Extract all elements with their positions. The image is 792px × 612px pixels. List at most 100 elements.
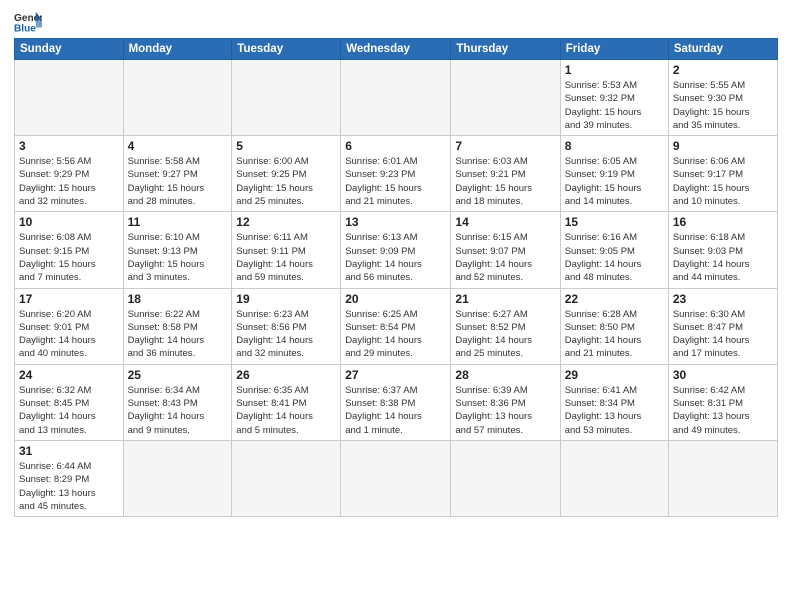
day-info: Sunrise: 6:16 AM Sunset: 9:05 PM Dayligh…: [565, 231, 664, 284]
day-info: Sunrise: 6:27 AM Sunset: 8:52 PM Dayligh…: [455, 308, 555, 361]
day-number: 4: [128, 139, 228, 153]
day-info: Sunrise: 6:30 AM Sunset: 8:47 PM Dayligh…: [673, 308, 773, 361]
calendar-cell: 8Sunrise: 6:05 AM Sunset: 9:19 PM Daylig…: [560, 136, 668, 212]
day-number: 10: [19, 215, 119, 229]
weekday-header-row: SundayMondayTuesdayWednesdayThursdayFrid…: [15, 39, 778, 60]
calendar-cell: 25Sunrise: 6:34 AM Sunset: 8:43 PM Dayli…: [123, 364, 232, 440]
weekday-header-tuesday: Tuesday: [232, 39, 341, 60]
calendar-cell: [123, 60, 232, 136]
calendar-cell: 12Sunrise: 6:11 AM Sunset: 9:11 PM Dayli…: [232, 212, 341, 288]
calendar-cell: [451, 60, 560, 136]
calendar-cell: 6 Sunrise: 6:01 AM Sunset: 9:23 PM Daylig…: [341, 136, 451, 212]
calendar-cell: 22Sunrise: 6:28 AM Sunset: 8:50 PM Dayli…: [560, 288, 668, 364]
day-info: Sunrise: 6:00 AM Sunset: 9:25 PM Dayligh…: [236, 155, 336, 208]
day-info: Sunrise: 5:58 AM Sunset: 9:27 PM Dayligh…: [128, 155, 228, 208]
calendar-cell: 20Sunrise: 6:25 AM Sunset: 8:54 PM Dayli…: [341, 288, 451, 364]
day-number: 20: [345, 292, 446, 306]
day-number: 19: [236, 292, 336, 306]
calendar-cell: 16Sunrise: 6:18 AM Sunset: 9:03 PM Dayli…: [668, 212, 777, 288]
weekday-header-monday: Monday: [123, 39, 232, 60]
day-info: Sunrise: 6:10 AM Sunset: 9:13 PM Dayligh…: [128, 231, 228, 284]
weekday-header-wednesday: Wednesday: [341, 39, 451, 60]
day-info: Sunrise: 6:44 AM Sunset: 8:29 PM Dayligh…: [19, 460, 119, 513]
calendar-cell: 9 Sunrise: 6:06 AM Sunset: 9:17 PM Daylig…: [668, 136, 777, 212]
calendar-cell: 19 Sunrise: 6:23 AM Sunset: 8:56 PM Dayli…: [232, 288, 341, 364]
day-number: 11: [128, 215, 228, 229]
calendar-cell: 18Sunrise: 6:22 AM Sunset: 8:58 PM Dayli…: [123, 288, 232, 364]
calendar-cell: 24 Sunrise: 6:32 AM Sunset: 8:45 PM Dayli…: [15, 364, 124, 440]
calendar-cell: 31 Sunrise: 6:44 AM Sunset: 8:29 PM Dayli…: [15, 440, 124, 516]
weekday-header-friday: Friday: [560, 39, 668, 60]
calendar-cell: [668, 440, 777, 516]
logo: General Blue: [14, 10, 42, 34]
day-number: 16: [673, 215, 773, 229]
day-number: 31: [19, 444, 119, 458]
day-number: 6: [345, 139, 446, 153]
calendar-cell: 14Sunrise: 6:15 AM Sunset: 9:07 PM Dayli…: [451, 212, 560, 288]
calendar-cell: [15, 60, 124, 136]
day-info: Sunrise: 6:20 AM Sunset: 9:01 PM Dayligh…: [19, 308, 119, 361]
day-number: 17: [19, 292, 119, 306]
day-info: Sunrise: 6:13 AM Sunset: 9:09 PM Dayligh…: [345, 231, 446, 284]
calendar-week-row: 1 Sunrise: 5:53 AM Sunset: 9:32 PM Daylig…: [15, 60, 778, 136]
day-number: 15: [565, 215, 664, 229]
day-info: Sunrise: 6:11 AM Sunset: 9:11 PM Dayligh…: [236, 231, 336, 284]
calendar-cell: 5 Sunrise: 6:00 AM Sunset: 9:25 PM Daylig…: [232, 136, 341, 212]
day-info: Sunrise: 5:56 AM Sunset: 9:29 PM Dayligh…: [19, 155, 119, 208]
calendar-week-row: 17 Sunrise: 6:20 AM Sunset: 9:01 PM Dayli…: [15, 288, 778, 364]
weekday-header-saturday: Saturday: [668, 39, 777, 60]
day-info: Sunrise: 6:08 AM Sunset: 9:15 PM Dayligh…: [19, 231, 119, 284]
day-info: Sunrise: 6:34 AM Sunset: 8:43 PM Dayligh…: [128, 384, 228, 437]
calendar-cell: 30Sunrise: 6:42 AM Sunset: 8:31 PM Dayli…: [668, 364, 777, 440]
day-info: Sunrise: 6:42 AM Sunset: 8:31 PM Dayligh…: [673, 384, 773, 437]
calendar-cell: 17 Sunrise: 6:20 AM Sunset: 9:01 PM Dayli…: [15, 288, 124, 364]
day-number: 3: [19, 139, 119, 153]
day-info: Sunrise: 6:39 AM Sunset: 8:36 PM Dayligh…: [455, 384, 555, 437]
day-info: Sunrise: 6:41 AM Sunset: 8:34 PM Dayligh…: [565, 384, 664, 437]
calendar-cell: 28 Sunrise: 6:39 AM Sunset: 8:36 PM Dayli…: [451, 364, 560, 440]
day-number: 18: [128, 292, 228, 306]
day-number: 24: [19, 368, 119, 382]
day-number: 21: [455, 292, 555, 306]
generalblue-logo-icon: General Blue: [14, 10, 42, 34]
calendar-week-row: 10 Sunrise: 6:08 AM Sunset: 9:15 PM Dayli…: [15, 212, 778, 288]
day-number: 29: [565, 368, 664, 382]
calendar-cell: 27Sunrise: 6:37 AM Sunset: 8:38 PM Dayli…: [341, 364, 451, 440]
calendar-week-row: 31 Sunrise: 6:44 AM Sunset: 8:29 PM Dayli…: [15, 440, 778, 516]
page-header: General Blue: [14, 10, 778, 34]
day-info: Sunrise: 6:01 AM Sunset: 9:23 PM Dayligh…: [345, 155, 446, 208]
weekday-header-sunday: Sunday: [15, 39, 124, 60]
day-info: Sunrise: 6:06 AM Sunset: 9:17 PM Dayligh…: [673, 155, 773, 208]
calendar-cell: 15 Sunrise: 6:16 AM Sunset: 9:05 PM Dayli…: [560, 212, 668, 288]
day-number: 1: [565, 63, 664, 77]
day-info: Sunrise: 6:23 AM Sunset: 8:56 PM Dayligh…: [236, 308, 336, 361]
weekday-header-thursday: Thursday: [451, 39, 560, 60]
calendar-cell: 2 Sunrise: 5:55 AM Sunset: 9:30 PM Daylig…: [668, 60, 777, 136]
calendar-cell: [232, 60, 341, 136]
calendar-cell: 7 Sunrise: 6:03 AM Sunset: 9:21 PM Daylig…: [451, 136, 560, 212]
calendar-cell: 13 Sunrise: 6:13 AM Sunset: 9:09 PM Dayli…: [341, 212, 451, 288]
day-number: 28: [455, 368, 555, 382]
calendar-cell: 26Sunrise: 6:35 AM Sunset: 8:41 PM Dayli…: [232, 364, 341, 440]
calendar-table: SundayMondayTuesdayWednesdayThursdayFrid…: [14, 38, 778, 517]
day-info: Sunrise: 6:35 AM Sunset: 8:41 PM Dayligh…: [236, 384, 336, 437]
day-info: Sunrise: 5:55 AM Sunset: 9:30 PM Dayligh…: [673, 79, 773, 132]
calendar-cell: 21 Sunrise: 6:27 AM Sunset: 8:52 PM Dayli…: [451, 288, 560, 364]
day-number: 13: [345, 215, 446, 229]
day-info: Sunrise: 5:53 AM Sunset: 9:32 PM Dayligh…: [565, 79, 664, 132]
day-number: 2: [673, 63, 773, 77]
calendar-cell: 1 Sunrise: 5:53 AM Sunset: 9:32 PM Daylig…: [560, 60, 668, 136]
day-number: 7: [455, 139, 555, 153]
day-number: 27: [345, 368, 446, 382]
calendar-cell: [341, 60, 451, 136]
calendar-cell: 23Sunrise: 6:30 AM Sunset: 8:47 PM Dayli…: [668, 288, 777, 364]
day-info: Sunrise: 6:05 AM Sunset: 9:19 PM Dayligh…: [565, 155, 664, 208]
calendar-cell: 3 Sunrise: 5:56 AM Sunset: 9:29 PM Daylig…: [15, 136, 124, 212]
calendar-cell: [451, 440, 560, 516]
day-number: 9: [673, 139, 773, 153]
day-info: Sunrise: 6:03 AM Sunset: 9:21 PM Dayligh…: [455, 155, 555, 208]
calendar-cell: 10 Sunrise: 6:08 AM Sunset: 9:15 PM Dayli…: [15, 212, 124, 288]
day-number: 5: [236, 139, 336, 153]
day-info: Sunrise: 6:32 AM Sunset: 8:45 PM Dayligh…: [19, 384, 119, 437]
calendar-cell: [123, 440, 232, 516]
